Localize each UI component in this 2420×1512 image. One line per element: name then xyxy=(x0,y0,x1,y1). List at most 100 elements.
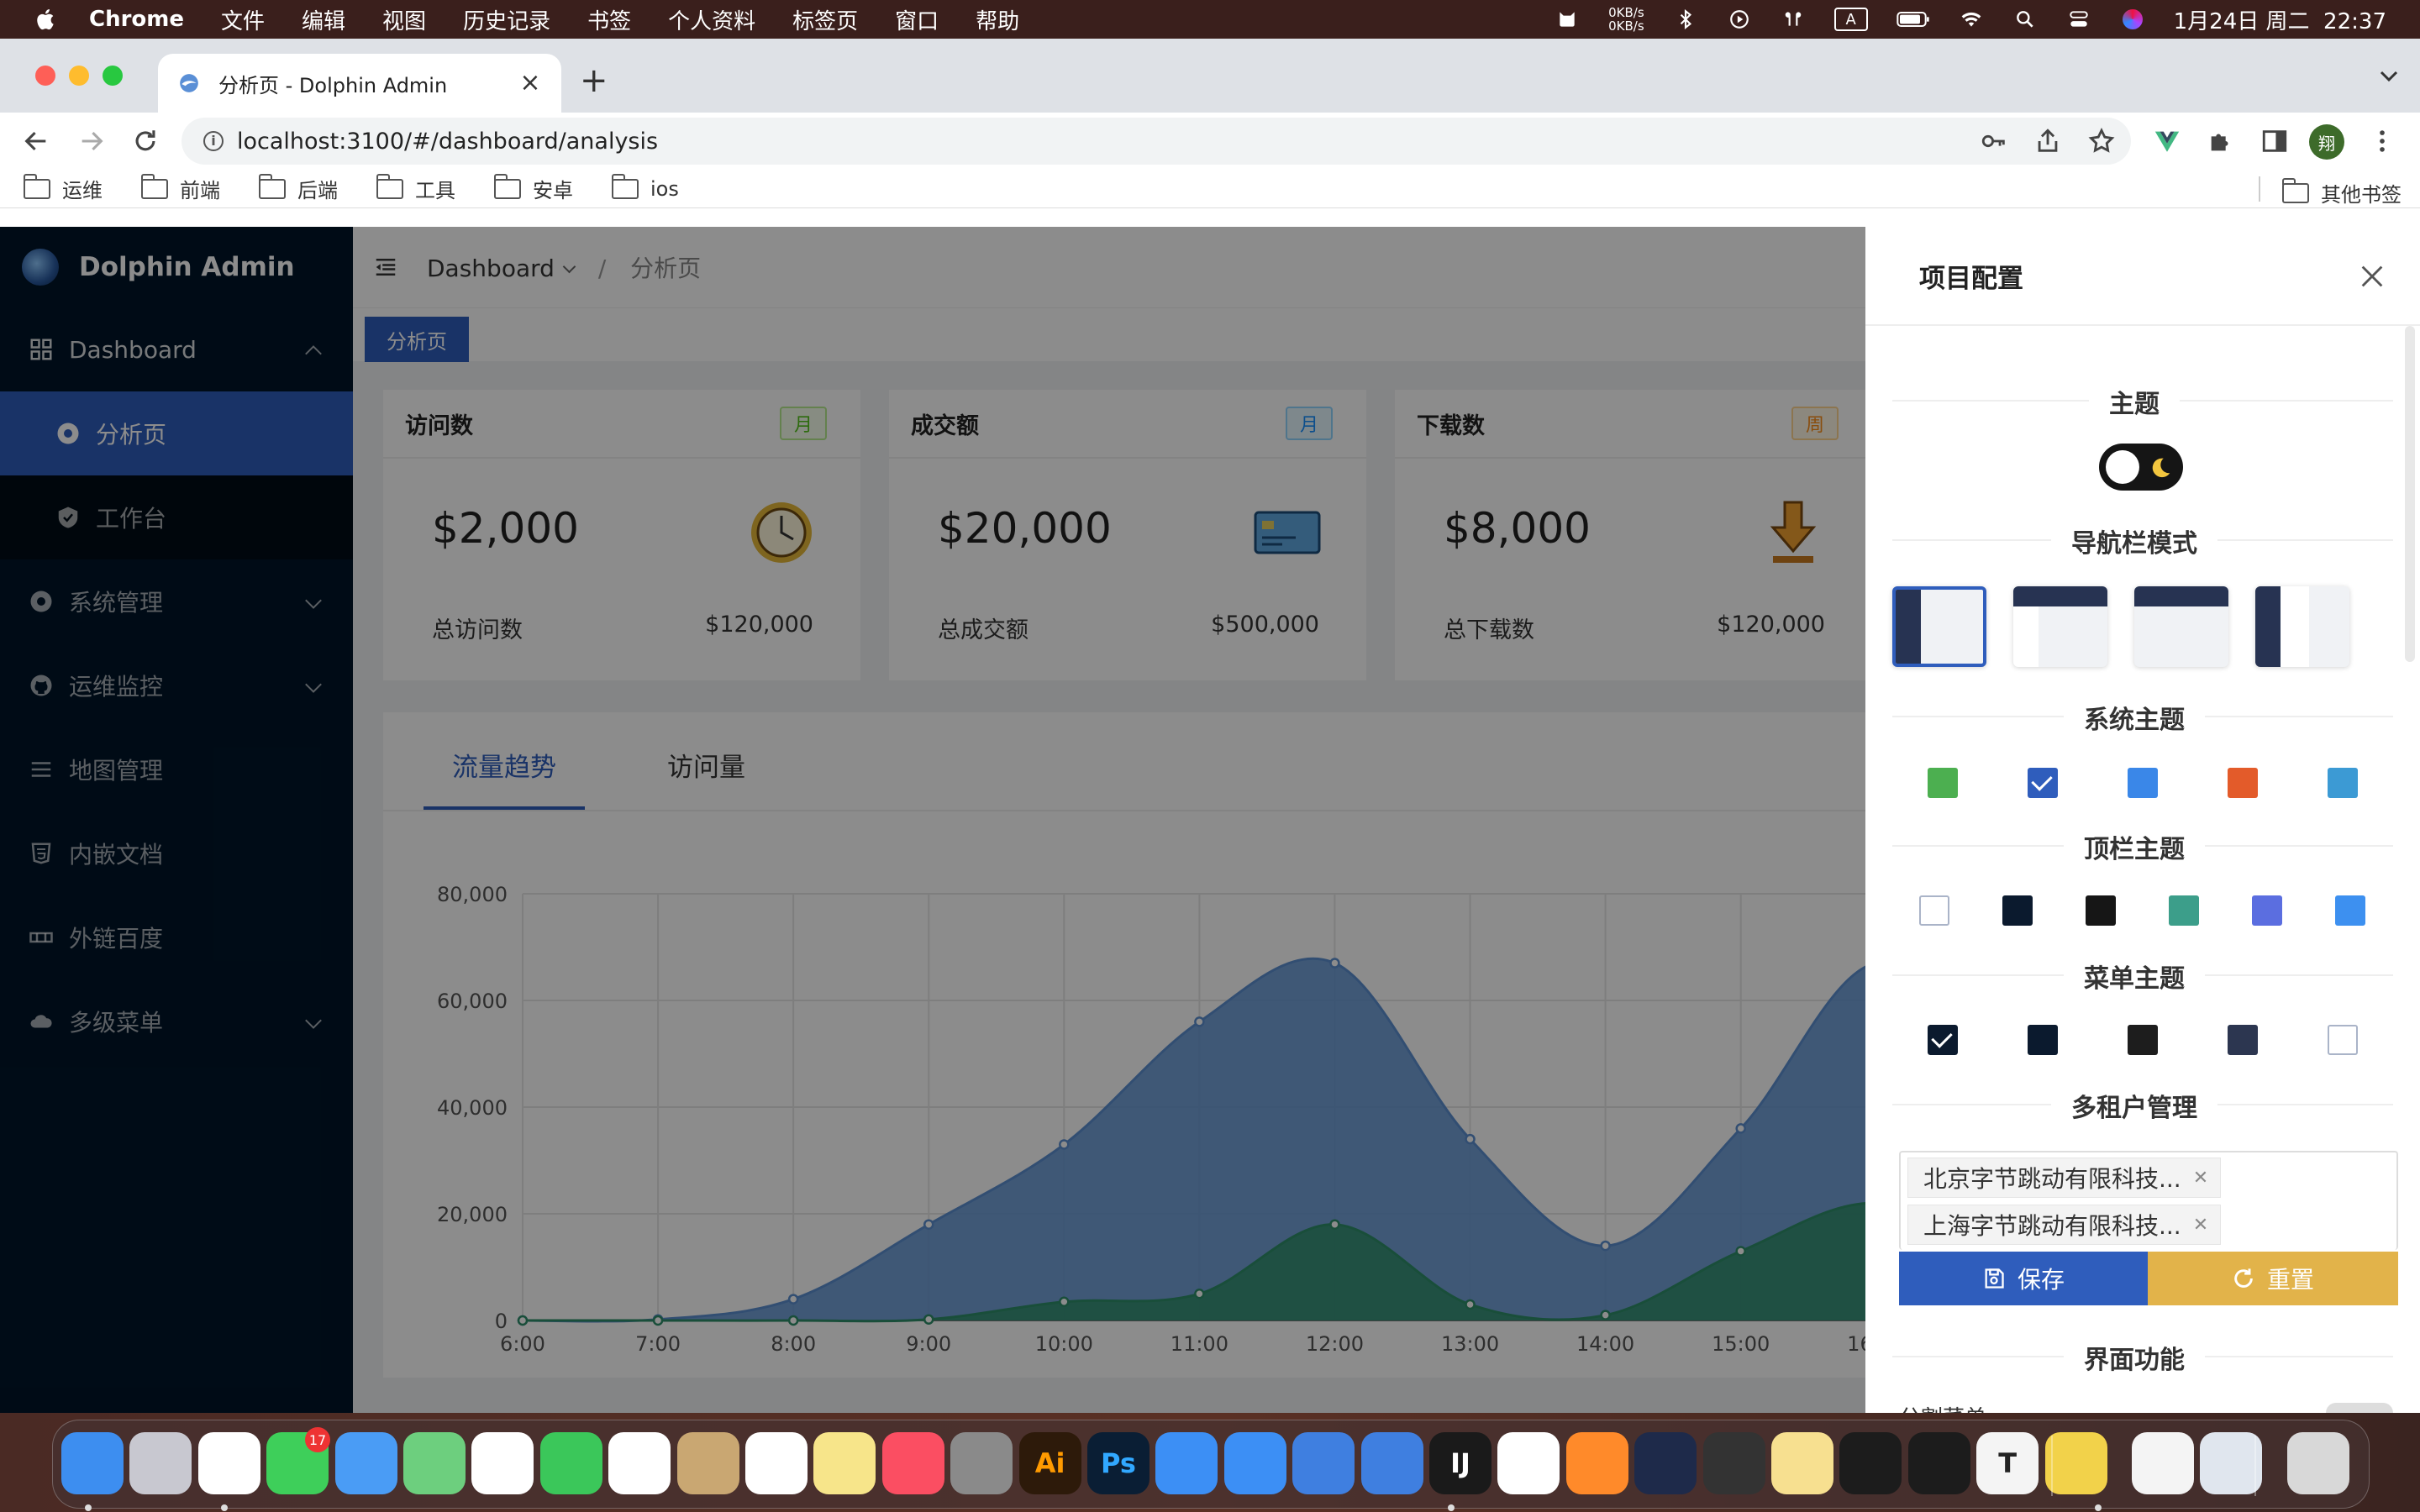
save-button[interactable]: 保存 xyxy=(1899,1252,2148,1305)
control-center-icon[interactable] xyxy=(2066,8,2091,30)
header-theme-swatch-4[interactable] xyxy=(2252,895,2282,926)
cloud-app[interactable] xyxy=(1634,1432,1697,1494)
mail-app[interactable] xyxy=(334,1432,397,1494)
header-theme-swatch-2[interactable] xyxy=(2086,895,2116,926)
menu-history[interactable]: 历史记录 xyxy=(463,4,550,35)
spotlight-search-icon[interactable] xyxy=(2012,8,2038,30)
redis-app[interactable] xyxy=(1702,1432,1765,1494)
tab-search-chevron-icon[interactable] xyxy=(2380,71,2398,82)
back-icon[interactable] xyxy=(22,127,50,155)
bookmark-folder-tools[interactable]: 工具 xyxy=(376,173,455,203)
pencil-app[interactable] xyxy=(1565,1432,1628,1494)
clock-datetime[interactable]: 1月24日 周二 22:37 xyxy=(2174,4,2386,35)
other-bookmarks-folder[interactable]: 其他书签 xyxy=(2282,177,2402,207)
calendar-app[interactable] xyxy=(608,1432,671,1494)
vue-devtools-icon[interactable] xyxy=(2153,127,2181,155)
menu-profiles[interactable]: 个人资料 xyxy=(668,4,755,35)
app-store-app[interactable] xyxy=(1155,1432,1218,1494)
profile-avatar[interactable]: 翔 xyxy=(2309,124,2344,160)
close-icon[interactable] xyxy=(2358,262,2386,291)
bookmark-folder-android[interactable]: 安卓 xyxy=(494,173,573,203)
menu-view[interactable]: 视图 xyxy=(382,4,426,35)
system-theme-swatch-2[interactable] xyxy=(2128,768,2158,798)
system-theme-swatch-3[interactable] xyxy=(2228,768,2258,798)
maps-app[interactable] xyxy=(403,1432,466,1494)
reload-icon[interactable] xyxy=(131,127,160,155)
system-preferences-app[interactable] xyxy=(950,1432,1013,1494)
bear-app[interactable] xyxy=(1771,1432,1833,1494)
key-icon[interactable] xyxy=(1980,127,2008,155)
trash-app[interactable] xyxy=(2286,1432,2349,1494)
remove-tag-icon[interactable]: ✕ xyxy=(2193,1168,2208,1189)
finder-app[interactable] xyxy=(61,1432,124,1494)
reminders-app[interactable] xyxy=(745,1432,808,1494)
input-method-indicator[interactable]: A xyxy=(1833,8,1868,31)
menu-edit[interactable]: 编辑 xyxy=(302,4,345,35)
more-menu-icon[interactable] xyxy=(2368,127,2396,155)
airpods-icon[interactable] xyxy=(1781,8,1806,30)
menu-app-name[interactable]: Chrome xyxy=(89,7,184,32)
reset-button[interactable]: 重置 xyxy=(2148,1252,2398,1305)
system-theme-swatch-1[interactable] xyxy=(2028,768,2058,798)
remove-tag-icon[interactable]: ✕ xyxy=(2193,1215,2208,1236)
menu-theme-swatch-2[interactable] xyxy=(2128,1025,2158,1055)
nav-mode-mix-sidebar[interactable] xyxy=(2013,586,2107,667)
facetime-app[interactable] xyxy=(539,1432,602,1494)
xcode-app[interactable] xyxy=(1292,1432,1355,1494)
bookmark-folder-ops[interactable]: 运维 xyxy=(24,173,103,203)
photoshop-app[interactable]: Ps xyxy=(1087,1432,1150,1494)
nav-mode-mix[interactable] xyxy=(2255,586,2349,667)
lark-app[interactable] xyxy=(1497,1432,1560,1494)
bookmark-folder-backend[interactable]: 后端 xyxy=(259,173,338,203)
split-menu-switch[interactable] xyxy=(2326,1403,2393,1413)
share-icon[interactable] xyxy=(2033,127,2062,155)
chrome-app[interactable] xyxy=(197,1432,260,1494)
apple-icon[interactable] xyxy=(34,7,59,32)
play-circle-icon[interactable] xyxy=(1727,8,1752,30)
header-theme-swatch-3[interactable] xyxy=(2169,895,2199,926)
address-bar[interactable]: i localhost:3100/#/dashboard/analysis xyxy=(182,118,2131,165)
preview-app[interactable] xyxy=(2200,1432,2263,1494)
header-theme-swatch-5[interactable] xyxy=(2335,895,2365,926)
menu-theme-swatch-4[interactable] xyxy=(2328,1025,2358,1055)
close-window-button[interactable] xyxy=(35,66,55,86)
nav-mode-sidebar[interactable] xyxy=(1892,586,1986,667)
textedit-app[interactable] xyxy=(2132,1432,2194,1494)
bookmark-star-icon[interactable] xyxy=(2087,127,2116,155)
menu-help[interactable]: 帮助 xyxy=(976,4,1019,35)
maximize-window-button[interactable] xyxy=(103,66,123,86)
wifi-icon[interactable] xyxy=(1959,8,1984,30)
bookmark-folder-ios[interactable]: ios xyxy=(612,173,679,201)
minimize-window-button[interactable] xyxy=(69,66,89,86)
dark-mode-toggle[interactable] xyxy=(2099,444,2183,491)
terminal-app[interactable] xyxy=(1907,1432,1970,1494)
cat-icon[interactable] xyxy=(1555,8,1580,30)
photos-app[interactable] xyxy=(471,1432,534,1494)
intellij-app[interactable]: IJ xyxy=(1429,1432,1491,1494)
bookmark-folder-frontend[interactable]: 前端 xyxy=(141,173,220,203)
side-panel-icon[interactable] xyxy=(2260,127,2289,155)
header-theme-swatch-1[interactable] xyxy=(2002,895,2033,926)
menu-theme-swatch-0[interactable] xyxy=(1925,1022,1960,1058)
typora-app[interactable]: T xyxy=(1976,1432,2039,1494)
system-theme-swatch-4[interactable] xyxy=(2328,768,2358,798)
music-app[interactable] xyxy=(881,1432,944,1494)
activity-monitor-app[interactable] xyxy=(1839,1432,1902,1494)
illustrator-app[interactable]: Ai xyxy=(1018,1432,1081,1494)
siri-icon[interactable] xyxy=(2120,8,2145,30)
menu-tab[interactable]: 标签页 xyxy=(792,4,858,35)
extensions-puzzle-icon[interactable] xyxy=(2207,127,2235,155)
menu-theme-swatch-3[interactable] xyxy=(2228,1025,2258,1055)
tenant-multiselect[interactable]: 北京字节跳动有限科技... ✕ 上海字节跳动有限科技... ✕ xyxy=(1899,1151,2398,1250)
drawer-scrollbar[interactable] xyxy=(2405,326,2415,662)
app-store-2-app[interactable] xyxy=(1223,1432,1286,1494)
system-theme-swatch-0[interactable] xyxy=(1928,768,1958,798)
forward-icon[interactable] xyxy=(77,127,106,155)
menu-window[interactable]: 窗口 xyxy=(895,4,939,35)
close-tab-icon[interactable]: × xyxy=(519,71,541,96)
notes-app[interactable] xyxy=(813,1432,876,1494)
launchpad-app[interactable] xyxy=(129,1432,192,1494)
menu-bookmarks[interactable]: 书签 xyxy=(587,4,631,35)
nav-mode-top-menu[interactable] xyxy=(2134,586,2228,667)
contacts-app[interactable] xyxy=(676,1432,739,1494)
